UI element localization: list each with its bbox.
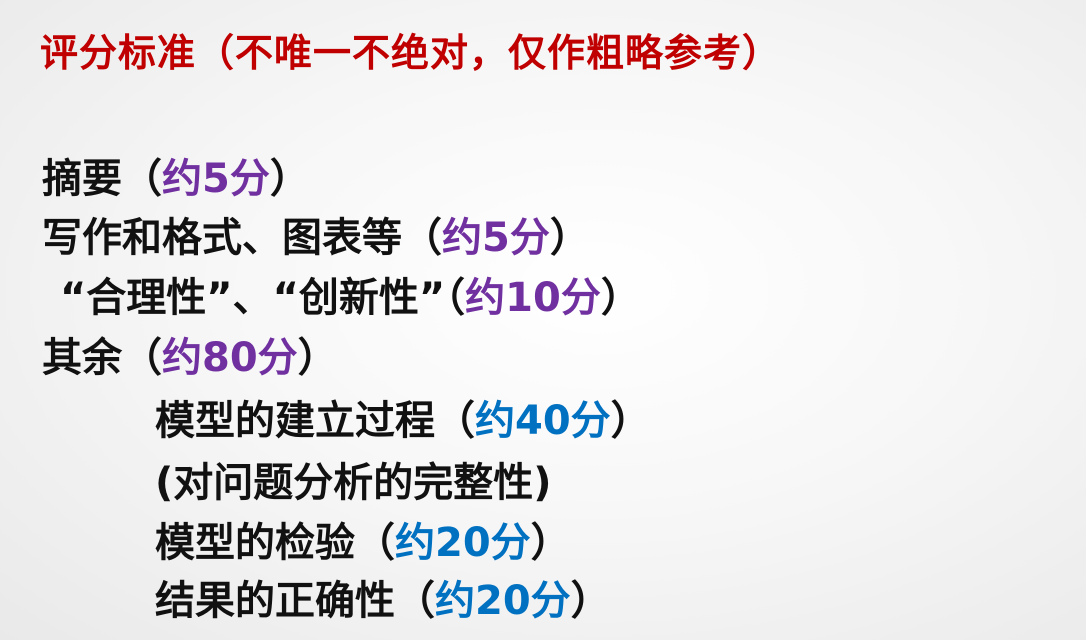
subitem-score: 约20分 [435,578,571,624]
item-score: 约5分 [162,156,270,202]
subitem-analysis-note: (对问题分析的完整性) [155,455,552,511]
item-rationality-innovation: “合理性”、“创新性”（约10分） [60,270,641,326]
subitem-model-validation: 模型的检验（约20分） [155,515,571,571]
subitem-label: 模型的建立过程（ [155,398,475,444]
item-abstract: 摘要（约5分） [42,151,310,207]
item-paren-close: ） [549,215,590,261]
item-score: 约10分 [465,275,601,321]
subitem-result-correctness: 结果的正确性（约20分） [155,573,611,629]
subitem-score: 约40分 [475,398,611,444]
slide-title: 评分标准（不唯一不绝对，仅作粗略参考） [40,31,782,75]
item-others: 其余（约80分） [42,330,338,386]
subitem-model-building: 模型的建立过程（约40分） [155,393,651,449]
subitem-label: 结果的正确性（ [155,578,435,624]
item-score: 约5分 [442,215,550,261]
item-paren-close: ） [600,275,641,321]
subitem-paren-close: ） [530,520,571,566]
item-writing-format: 写作和格式、图表等（约5分） [42,210,590,266]
subitem-score: 约20分 [395,520,531,566]
subitem-note: (对问题分析的完整性) [155,460,552,506]
item-label: 写作和格式、图表等（ [42,215,442,261]
item-paren-close: ） [269,156,310,202]
subitem-paren-close: ） [570,578,611,624]
slide: 评分标准（不唯一不绝对，仅作粗略参考） 摘要（约5分） 写作和格式、图表等（约5… [0,0,1086,640]
item-paren-close: ） [297,335,338,381]
subitem-label: 模型的检验（ [155,520,395,566]
item-label: 其余（ [42,335,162,381]
item-label: 摘要（ [42,156,162,202]
item-score: 约80分 [162,335,298,381]
item-label: “合理性”、“创新性”（ [60,275,466,321]
subitem-paren-close: ） [610,398,651,444]
